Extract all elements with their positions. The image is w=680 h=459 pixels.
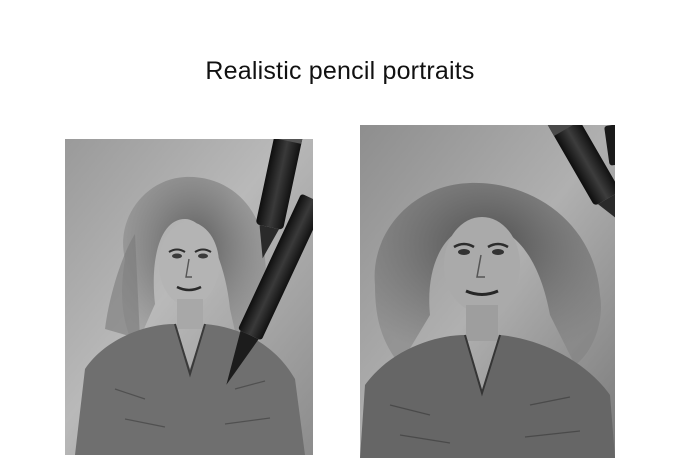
portrait-photo-left <box>65 139 313 455</box>
page-title: Realistic pencil portraits <box>205 57 475 85</box>
portrait-photo-right <box>360 125 615 458</box>
